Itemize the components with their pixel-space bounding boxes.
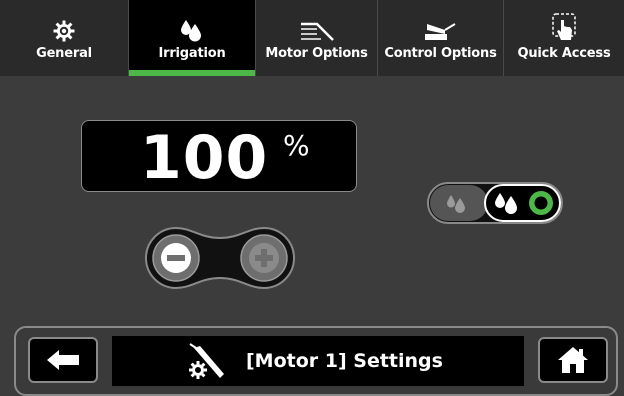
back-arrow-icon bbox=[47, 350, 79, 370]
home-button[interactable] bbox=[538, 337, 608, 383]
back-button[interactable] bbox=[28, 337, 98, 383]
irrigation-unit: % bbox=[283, 129, 310, 162]
irrigation-level-display: 100 % bbox=[81, 120, 357, 193]
tab-label: Irrigation bbox=[158, 46, 226, 61]
screen-title: [Motor 1] Settings bbox=[246, 350, 443, 372]
touch-hand-icon bbox=[552, 13, 576, 40]
home-icon bbox=[558, 347, 588, 373]
handpiece-icon bbox=[300, 22, 334, 41]
high-flow-option[interactable] bbox=[484, 184, 561, 222]
water-drops-icon bbox=[181, 20, 201, 42]
tab-bar: General Irrigation Motor Options Control… bbox=[0, 0, 624, 76]
increase-button[interactable] bbox=[240, 234, 288, 282]
low-flow-option[interactable] bbox=[430, 185, 488, 221]
active-tab-indicator bbox=[129, 70, 255, 76]
tab-control-options[interactable]: Control Options bbox=[378, 0, 504, 76]
tab-label: General bbox=[36, 46, 92, 61]
decrease-button[interactable] bbox=[152, 234, 200, 282]
tab-quick-access[interactable]: Quick Access bbox=[504, 0, 624, 76]
tab-general[interactable]: General bbox=[0, 0, 129, 76]
tab-label: Motor Options bbox=[265, 46, 368, 61]
irrigation-value: 100 bbox=[140, 123, 269, 193]
tab-motor-options[interactable]: Motor Options bbox=[256, 0, 378, 76]
tab-label: Control Options bbox=[384, 46, 497, 61]
tab-irrigation[interactable]: Irrigation bbox=[129, 0, 256, 76]
irrigation-stepper bbox=[145, 226, 295, 290]
minus-icon bbox=[167, 255, 185, 261]
screen-title-bar: [Motor 1] Settings bbox=[112, 336, 524, 386]
tab-label: Quick Access bbox=[517, 46, 611, 61]
flow-rate-toggle[interactable] bbox=[427, 182, 563, 224]
motor-handpiece-gear-icon bbox=[189, 343, 224, 379]
foot-pedal-icon bbox=[424, 23, 456, 40]
gear-icon bbox=[53, 20, 75, 42]
